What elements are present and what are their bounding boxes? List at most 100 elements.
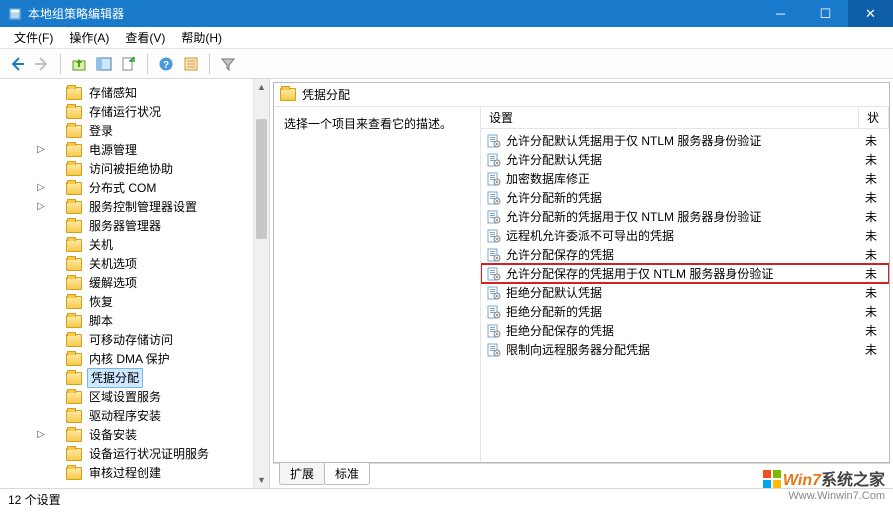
filter-button[interactable]	[217, 53, 239, 75]
svg-text:?: ?	[163, 60, 169, 71]
expand-icon[interactable]: ▷	[36, 141, 46, 159]
policy-row[interactable]: 允许分配新的凭据用于仅 NTLM 服务器身份验证未	[481, 207, 889, 226]
policy-status: 未	[865, 265, 889, 282]
policy-icon	[487, 305, 501, 319]
policy-label: 拒绝分配默认凭据	[506, 284, 860, 301]
policy-row[interactable]: 拒绝分配新的凭据未	[481, 302, 889, 321]
policy-row[interactable]: 允许分配保存的凭据用于仅 NTLM 服务器身份验证未	[481, 264, 889, 283]
policy-label: 允许分配默认凭据用于仅 NTLM 服务器身份验证	[506, 132, 860, 149]
expand-icon[interactable]: ▷	[36, 426, 46, 444]
menu-view[interactable]: 查看(V)	[117, 27, 173, 48]
policy-row[interactable]: 允许分配默认凭据用于仅 NTLM 服务器身份验证未	[481, 131, 889, 150]
policy-label: 限制向远程服务器分配凭据	[506, 341, 860, 358]
policy-row[interactable]: 拒绝分配保存的凭据未	[481, 321, 889, 340]
tree-item-label: 恢复	[87, 293, 115, 311]
tree-item[interactable]: 存储运行状况	[66, 103, 269, 121]
tree-item-label: 访问被拒绝协助	[87, 160, 175, 178]
tab-extended[interactable]: 扩展	[279, 463, 325, 485]
details-title: 凭据分配	[302, 86, 350, 103]
policy-list[interactable]: 允许分配默认凭据用于仅 NTLM 服务器身份验证未允许分配默认凭据未加密数据库修…	[481, 129, 889, 462]
tree-item[interactable]: 驱动程序安装	[66, 407, 269, 425]
menu-file[interactable]: 文件(F)	[6, 27, 61, 48]
back-button[interactable]	[6, 53, 28, 75]
folder-icon	[66, 467, 82, 480]
maximize-button[interactable]: ☐	[803, 0, 848, 27]
tree-item[interactable]: ▷电源管理	[66, 141, 269, 159]
scroll-thumb[interactable]	[256, 119, 267, 239]
policy-status: 未	[865, 132, 889, 149]
folder-icon	[66, 353, 82, 366]
tree-scrollbar[interactable]: ▲ ▼	[253, 79, 269, 488]
column-status[interactable]: 状	[859, 107, 889, 128]
tree-item[interactable]: 可移动存储访问	[66, 331, 269, 349]
tree-item[interactable]: 关机选项	[66, 255, 269, 273]
folder-icon	[66, 258, 82, 271]
export-list-button[interactable]	[118, 53, 140, 75]
tree-item[interactable]: 关机	[66, 236, 269, 254]
menu-bar: 文件(F) 操作(A) 查看(V) 帮助(H)	[0, 27, 893, 49]
tree-item[interactable]: ▷设备安装	[66, 426, 269, 444]
policy-row[interactable]: 远程机允许委派不可导出的凭据未	[481, 226, 889, 245]
status-count: 12 个设置	[8, 491, 61, 508]
folder-icon	[66, 334, 82, 347]
tree-item[interactable]: 访问被拒绝协助	[66, 160, 269, 178]
close-button[interactable]: ✕	[848, 0, 893, 27]
policy-icon	[487, 267, 501, 281]
folder-icon	[66, 391, 82, 404]
tree-item[interactable]: 脚本	[66, 312, 269, 330]
tree-item-label: 设备安装	[87, 426, 139, 444]
column-settings[interactable]: 设置	[481, 107, 859, 128]
expand-icon[interactable]: ▷	[36, 179, 46, 197]
tree-item[interactable]: 服务器管理器	[66, 217, 269, 235]
app-icon	[8, 7, 22, 21]
tree-item[interactable]: 恢复	[66, 293, 269, 311]
tree-item[interactable]: 登录	[66, 122, 269, 140]
forward-button[interactable]	[31, 53, 53, 75]
scroll-up-arrow[interactable]: ▲	[254, 79, 269, 95]
tree-item[interactable]: 存储感知	[66, 84, 269, 102]
up-button[interactable]	[68, 53, 90, 75]
menu-help[interactable]: 帮助(H)	[173, 27, 230, 48]
help-button[interactable]: ?	[155, 53, 177, 75]
policy-status: 未	[865, 189, 889, 206]
policy-row[interactable]: 允许分配默认凭据未	[481, 150, 889, 169]
tree-item[interactable]: 缓解选项	[66, 274, 269, 292]
toolbar: ?	[0, 49, 893, 79]
scroll-down-arrow[interactable]: ▼	[254, 472, 269, 488]
properties-button[interactable]	[180, 53, 202, 75]
tree-item[interactable]: ▷分布式 COM	[66, 179, 269, 197]
tree-pane: 存储感知存储运行状况登录▷电源管理访问被拒绝协助▷分布式 COM▷服务控制管理器…	[0, 79, 270, 488]
tree-item[interactable]: 审核过程创建	[66, 464, 269, 482]
policy-row[interactable]: 限制向远程服务器分配凭据未	[481, 340, 889, 359]
folder-icon	[66, 239, 82, 252]
tree-item[interactable]: 区域设置服务	[66, 388, 269, 406]
tree-item-label: 电源管理	[87, 141, 139, 159]
policy-row[interactable]: 拒绝分配默认凭据未	[481, 283, 889, 302]
minimize-button[interactable]: ─	[758, 0, 803, 27]
policy-label: 允许分配新的凭据	[506, 189, 860, 206]
expand-icon[interactable]: ▷	[36, 198, 46, 216]
policy-row[interactable]: 允许分配保存的凭据未	[481, 245, 889, 264]
tree-item[interactable]: 设备运行状况证明服务	[66, 445, 269, 463]
folder-tree[interactable]: 存储感知存储运行状况登录▷电源管理访问被拒绝协助▷分布式 COM▷服务控制管理器…	[0, 84, 269, 482]
folder-icon	[66, 201, 82, 214]
tree-item[interactable]: 内核 DMA 保护	[66, 350, 269, 368]
policy-row[interactable]: 加密数据库修正未	[481, 169, 889, 188]
policy-status: 未	[865, 284, 889, 301]
tree-item[interactable]: 凭据分配	[66, 369, 269, 387]
menu-action[interactable]: 操作(A)	[61, 27, 117, 48]
tree-item-label: 设备运行状况证明服务	[87, 445, 211, 463]
tab-standard[interactable]: 标准	[324, 463, 370, 485]
folder-icon	[66, 448, 82, 461]
policy-row[interactable]: 允许分配新的凭据未	[481, 188, 889, 207]
policy-label: 允许分配保存的凭据用于仅 NTLM 服务器身份验证	[506, 265, 860, 282]
show-hide-tree-button[interactable]	[93, 53, 115, 75]
tree-item-label: 服务器管理器	[87, 217, 163, 235]
folder-icon	[280, 88, 296, 101]
tree-item[interactable]: ▷服务控制管理器设置	[66, 198, 269, 216]
policy-icon	[487, 248, 501, 262]
policy-label: 允许分配保存的凭据	[506, 246, 860, 263]
policy-status: 未	[865, 246, 889, 263]
folder-icon	[66, 106, 82, 119]
folder-icon	[66, 429, 82, 442]
